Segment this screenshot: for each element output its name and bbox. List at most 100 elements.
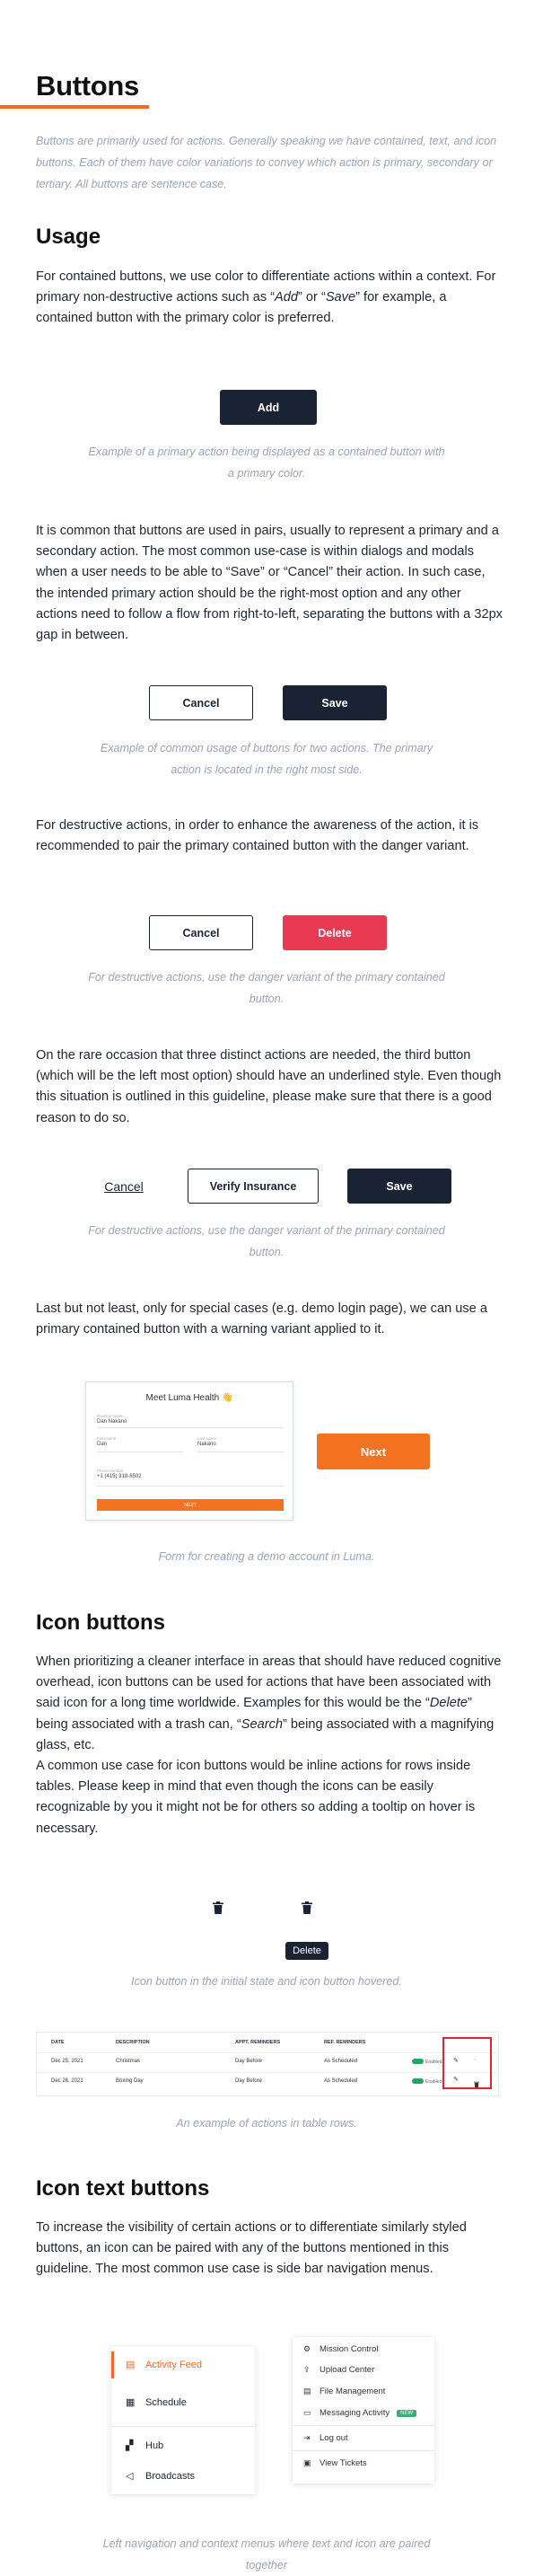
caption-demo-account: Form for creating a demo account in Luma… [158,1550,375,1563]
usage-paragraph-2: It is common that buttons are used in pa… [36,524,503,643]
phone-field[interactable]: Phone number +1 (415) 318-8502 [97,1469,284,1486]
menu-item-upload-center[interactable]: ⇪ Upload Center [303,2365,374,2375]
chat-icon: ▞ [126,2439,134,2451]
broadcast-icon: ◁ [126,2470,134,2482]
enabled-toggle[interactable] [412,2059,424,2064]
text-cancel-button[interactable]: Cancel [90,1169,158,1204]
file-icon: ▤ [303,2386,311,2395]
first-name-label: First name [97,1436,117,1441]
logout-icon: ⇥ [303,2433,311,2442]
row-divider [37,2052,498,2053]
actions-highlight [442,2037,492,2089]
icon-text-heading: Icon text buttons [36,2176,210,2201]
menu-item-mission-control[interactable]: ⚙ Mission Control [303,2344,378,2354]
cancel-button-2[interactable]: Cancel [149,915,253,950]
menu-item-messaging-activity[interactable]: ▭ Messaging Activity NEW [303,2408,417,2418]
caption-three-actions: For destructive actions, use the danger … [88,1224,445,1258]
cell-description: Christmas [116,2059,141,2064]
row-divider [37,2072,498,2073]
nav-item-activity-feed[interactable]: ▤ Activity Feed [126,2360,202,2370]
header-date: DATE [51,2040,65,2045]
menu-label: Messaging Activity [320,2408,390,2418]
last-name-field[interactable]: Last name Nakano [197,1436,284,1452]
title-underline [0,105,149,109]
nav-label: Hub [145,2440,164,2451]
trash-icon[interactable] [213,1901,223,1919]
divider [293,2425,434,2426]
edit-icon[interactable]: ✎ [453,2076,459,2083]
nav-label: Activity Feed [145,2360,202,2370]
left-navigation: ▤ Activity Feed ▦ Schedule ▞ Hub ◁ Broad… [111,2347,255,2494]
icon-buttons-heading: Icon buttons [36,1610,165,1635]
icon-buttons-paragraph-1: When prioritizing a cleaner interface in… [36,1654,502,1752]
phone-label: Phone number [97,1469,124,1473]
cancel-button[interactable]: Cancel [149,685,253,720]
context-menu: ⚙ Mission Control ⇪ Upload Center ▤ File Ma… [293,2337,434,2483]
message-icon: ▭ [303,2408,311,2417]
save-button[interactable]: Save [283,685,387,720]
header-appt-reminders: APPT. REMINDERS [235,2040,281,2045]
activity-icon: ▤ [126,2359,136,2370]
card-next-button[interactable]: NEXT [97,1499,284,1511]
nav-label: Schedule [145,2397,187,2408]
nav-item-hub[interactable]: ▞ Hub [126,2440,163,2451]
caption-primary-action: Example of a primary action being displa… [88,446,445,480]
active-indicator [111,2351,114,2378]
page-title: Buttons [36,70,139,101]
divider [111,2426,255,2427]
usage-paragraph-3: For destructive actions, in order to enh… [36,818,479,854]
usage-paragraph-4: On the rare occasion that three distinct… [36,1048,502,1125]
menu-label: Mission Control [320,2344,379,2354]
card-title: Meet Luma Health 👋 [145,1393,233,1403]
caption-destructive: For destructive actions, use the danger … [88,971,445,1005]
cell-appt: Day Before [235,2078,263,2084]
caption-icon-button: Icon button in the initial state and ico… [131,1975,402,1988]
toggle-label: Enabled [425,2079,442,2085]
cell-ref: As Scheduled [324,2078,358,2084]
edit-icon[interactable]: ✎ [453,2057,459,2064]
cell-date: Dec 25, 2021 [51,2059,83,2064]
menu-item-view-tickets[interactable]: ▣ View Tickets [303,2458,367,2468]
practice-value: Dan Nakano [97,1419,127,1425]
ticket-icon: ▣ [303,2458,311,2467]
save-button-2[interactable]: Save [347,1169,451,1204]
nav-label: Broadcasts [145,2471,196,2482]
header-ref-reminders: REF. REMINDERS [324,2040,366,2045]
last-name-label: Last name [197,1436,217,1441]
menu-item-file-management[interactable]: ▤ File Management [303,2386,385,2396]
menu-label: File Management [320,2386,386,2396]
verify-insurance-button[interactable]: Verify Insurance [188,1169,319,1204]
new-badge: NEW [397,2409,417,2417]
menu-item-log-out[interactable]: ⇥ Log out [303,2433,348,2443]
nav-item-schedule[interactable]: ▦ Schedule [126,2397,187,2408]
cell-date: Dec 26, 2021 [51,2078,83,2084]
next-button[interactable]: Next [317,1434,430,1469]
intro-text: Buttons are primarily used for actions. … [36,135,497,190]
nav-item-broadcasts[interactable]: ◁ Broadcasts [126,2471,195,2482]
icon-buttons-paragraph-2: A common use case for icon buttons would… [36,1759,476,1836]
calendar-icon: ▦ [126,2396,136,2408]
reminders-table: DATE DESCRIPTION APPT. REMINDERS REF. RE… [36,2032,499,2096]
add-button[interactable]: Add [220,390,317,425]
delete-button[interactable]: Delete [283,915,387,950]
upload-icon: ⇪ [303,2365,311,2374]
practice-label: Practice name [97,1414,123,1418]
cell-description: Boxing Day [116,2078,144,2084]
menu-label: Upload Center [320,2365,375,2375]
menu-label: View Tickets [320,2458,367,2468]
last-name-value: Nakano [197,1442,216,1447]
divider [293,2450,434,2451]
usage-paragraph-1: For contained buttons, we use color to d… [36,269,496,326]
trash-icon-hovered[interactable] [302,1901,312,1919]
delete-tooltip: Delete [285,1942,328,1960]
caption-two-actions: Example of common usage of buttons for t… [100,742,433,776]
practice-field[interactable]: Practice name Dan Nakano [97,1414,284,1428]
first-name-value: Dan [97,1442,108,1447]
calendar-icon[interactable]: ▫ [474,2057,476,2063]
enabled-toggle[interactable] [412,2078,424,2084]
icon-text-paragraph: To increase the visibility of certain ac… [36,2220,467,2277]
toggle-label: Enabled [425,2060,442,2065]
first-name-field[interactable]: First name Dan [97,1436,183,1452]
demo-login-card: Meet Luma Health 👋 Practice name Dan Nak… [85,1381,293,1521]
trash-icon[interactable] [474,2076,479,2092]
